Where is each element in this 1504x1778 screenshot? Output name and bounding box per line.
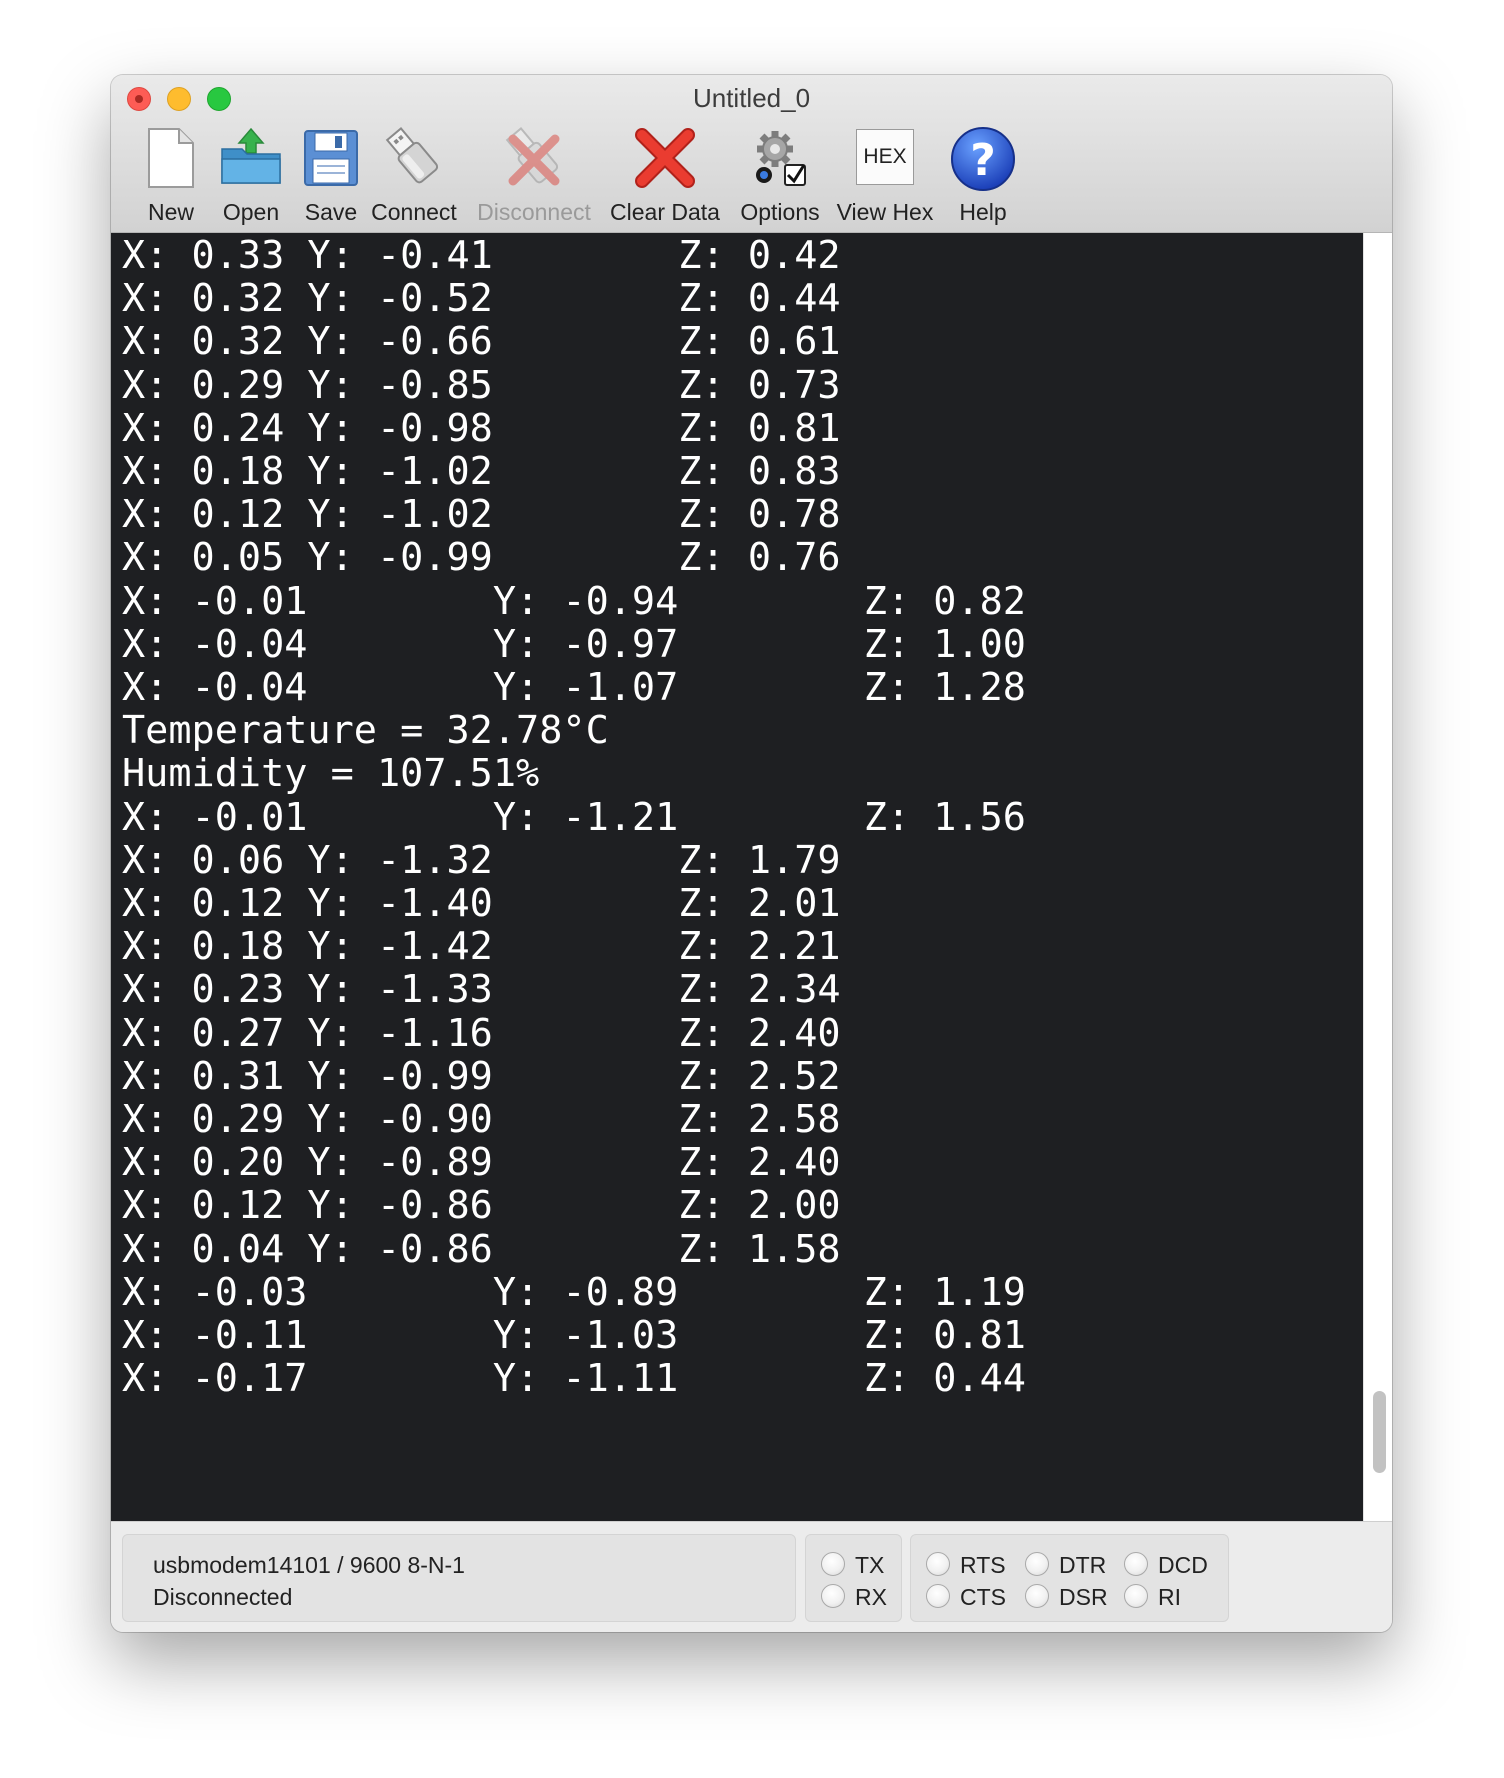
help-label: Help <box>959 199 1007 225</box>
terminal-line: X: 0.23 Y: -1.33 Z: 2.34 <box>122 967 841 1013</box>
app-window: Untitled_0 New Open Save Connect Disconn… <box>111 75 1392 1632</box>
connect-button[interactable]: Connect <box>360 125 468 225</box>
svg-text:?: ? <box>970 135 996 186</box>
terminal-line: X: 0.29 Y: -0.90 Z: 2.58 <box>122 1097 841 1142</box>
terminal-line: X: -0.17 Y: -1.11 Z: 0.44 <box>122 1356 1026 1402</box>
window-title: Untitled_0 <box>692 83 811 113</box>
dtr-label: DTR <box>1059 1552 1107 1578</box>
terminal-line: X: 0.20 Y: -0.89 Z: 2.40 <box>122 1140 841 1186</box>
terminal-line: X: 0.33 Y: -0.41 Z: 0.42 <box>122 233 841 278</box>
cts-label: CTS <box>960 1584 1006 1610</box>
control-lines-panel: RTS CTS DTR DSR DCD RI <box>910 1534 1229 1622</box>
vertical-scrollbar[interactable] <box>1363 233 1392 1521</box>
scrollbar-thumb[interactable] <box>1373 1391 1386 1473</box>
terminal-line: X: -0.01 Y: -1.21 Z: 1.56 <box>122 794 1026 840</box>
terminal-line: X: -0.03 Y: -0.89 Z: 1.19 <box>122 1269 1026 1315</box>
terminal-line: X: 0.18 Y: -1.02 Z: 0.83 <box>122 449 841 494</box>
terminal-line: X: 0.31 Y: -0.99 Z: 2.52 <box>122 1053 841 1099</box>
ri-label: RI <box>1158 1584 1181 1610</box>
terminal-line: X: 0.12 Y: -0.86 Z: 2.00 <box>122 1183 841 1229</box>
clear-data-button[interactable]: Clear Data <box>610 125 720 225</box>
terminal-line: X: 0.32 Y: -0.52 Z: 0.44 <box>122 276 841 322</box>
terminal-line: X: 0.12 Y: -1.02 Z: 0.78 <box>122 492 841 538</box>
terminal-line: X: 0.32 Y: -0.66 Z: 0.61 <box>122 319 841 365</box>
help-icon: ? <box>929 125 1037 197</box>
terminal-line: X: 0.06 Y: -1.32 Z: 1.79 <box>122 837 841 883</box>
terminal-line: X: 0.18 Y: -1.42 Z: 2.21 <box>122 924 841 970</box>
help-button[interactable]: ? Help <box>929 125 1037 225</box>
rx-label: RX <box>855 1584 887 1610</box>
gear-icon <box>726 125 834 197</box>
terminal-line: X: 0.29 Y: -0.85 Z: 0.73 <box>122 362 841 408</box>
terminal-line: X: -0.04 Y: -1.07 Z: 1.28 <box>122 665 1026 710</box>
tx-led-indicator <box>821 1552 845 1576</box>
dsr-led-indicator <box>1025 1584 1049 1608</box>
hex-icon: HEX <box>831 125 939 197</box>
connect-label: Connect <box>371 199 457 225</box>
terminal-line: Humidity = 107.51% <box>122 751 540 797</box>
connection-status-text: Disconnected <box>153 1584 293 1610</box>
terminal-line: X: 0.27 Y: -1.16 Z: 2.40 <box>122 1010 841 1056</box>
terminal-line: X: -0.01 Y: -0.94 Z: 0.82 <box>122 578 1026 624</box>
serial-terminal[interactable]: X: 0.33 Y: -0.41 Z: 0.42 X: 0.32 Y: -0.52… <box>111 233 1363 1521</box>
terminal-line: X: -0.11 Y: -1.03 Z: 0.81 <box>122 1313 1026 1358</box>
terminal-line: X: 0.04 Y: -0.86 Z: 1.58 <box>122 1226 841 1272</box>
dsr-label: DSR <box>1059 1584 1108 1610</box>
terminal-line: X: 0.24 Y: -0.98 Z: 0.81 <box>122 405 841 451</box>
port-settings-text: usbmodem14101 / 9600 8-N-1 <box>153 1552 465 1578</box>
tx-label: TX <box>855 1552 885 1578</box>
usb-plug-icon <box>360 125 468 197</box>
disconnect-icon <box>480 125 588 197</box>
options-button[interactable]: Options <box>726 125 834 225</box>
rts-label: RTS <box>960 1552 1006 1578</box>
ri-led-indicator <box>1124 1584 1148 1608</box>
terminal-line: X: -0.04 Y: -0.97 Z: 1.00 <box>122 621 1026 667</box>
disconnect-label: Disconnect <box>477 199 591 225</box>
dtr-led-indicator <box>1025 1552 1049 1576</box>
terminal-line: Temperature = 32.78°C <box>122 708 609 754</box>
dcd-label: DCD <box>1158 1552 1208 1578</box>
title-bar: Untitled_0 New Open Save Connect Disconn… <box>111 75 1392 233</box>
dcd-led-indicator <box>1124 1552 1148 1576</box>
status-bar: usbmodem14101 / 9600 8-N-1 Disconnected … <box>111 1521 1392 1632</box>
clear-x-icon <box>611 125 719 197</box>
clear-data-label: Clear Data <box>610 199 720 225</box>
cts-led-indicator <box>926 1584 950 1608</box>
hex-icon-text: HEX <box>856 129 914 185</box>
txrx-panel: TX RX <box>805 1534 902 1622</box>
rx-led-indicator <box>821 1584 845 1608</box>
disconnect-button[interactable]: Disconnect <box>477 125 591 225</box>
port-info-panel: usbmodem14101 / 9600 8-N-1 Disconnected <box>122 1534 796 1622</box>
rts-led-indicator <box>926 1552 950 1576</box>
terminal-line: X: 0.05 Y: -0.99 Z: 0.76 <box>122 535 841 581</box>
terminal-line: X: 0.12 Y: -1.40 Z: 2.01 <box>122 881 841 926</box>
